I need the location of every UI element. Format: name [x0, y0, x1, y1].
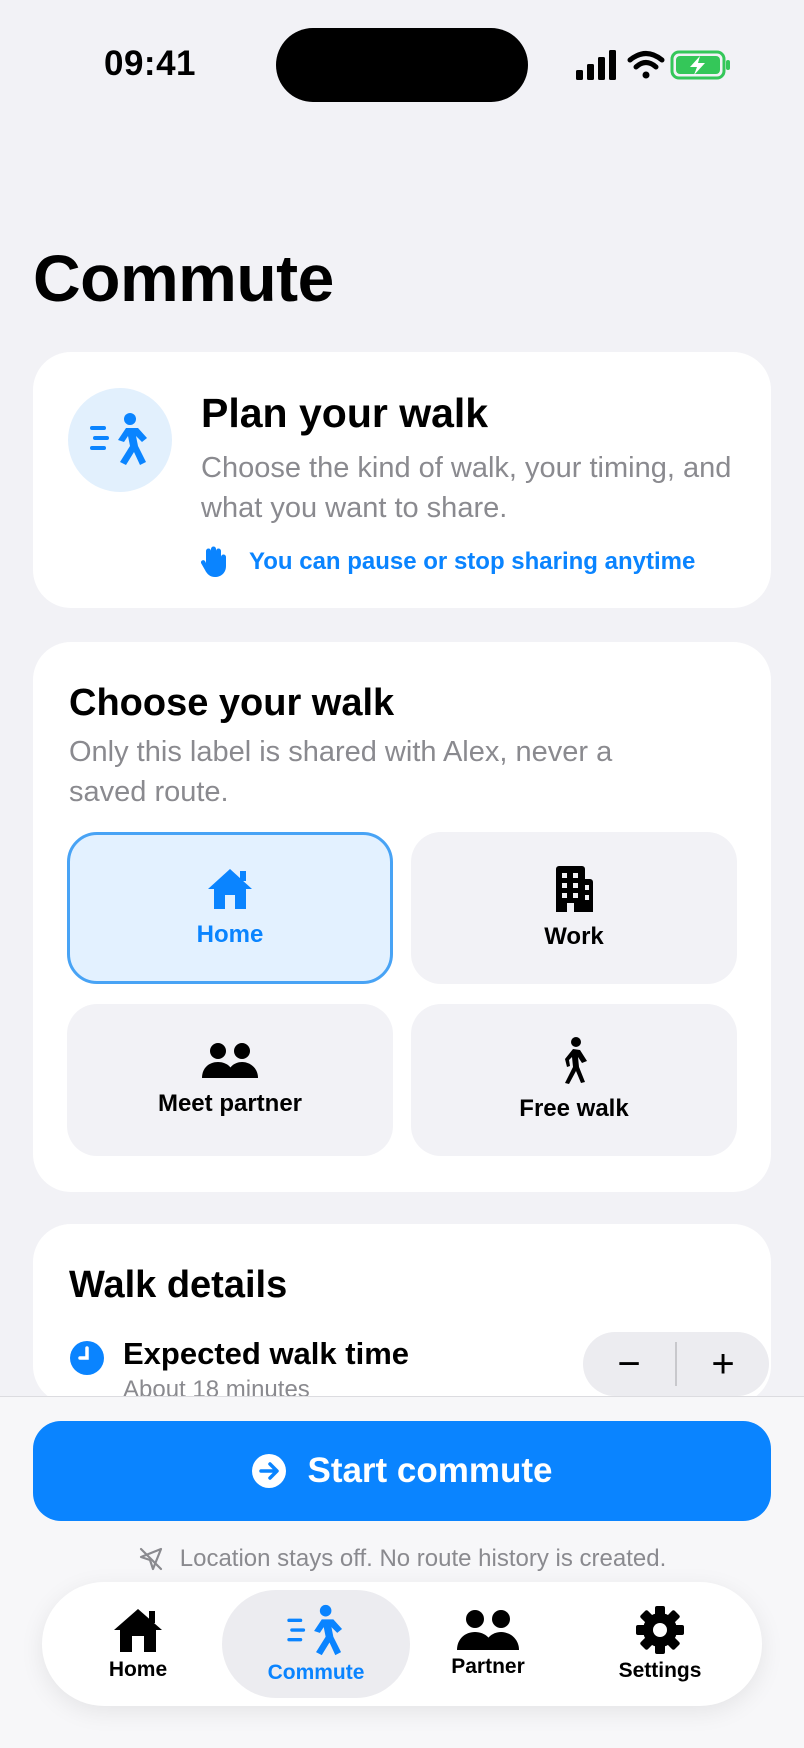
hand-raised-icon	[201, 546, 226, 577]
tab-label: Commute	[267, 1661, 365, 1684]
tab-label: Home	[108, 1658, 168, 1681]
choose-walk-title: Choose your walk	[69, 682, 395, 724]
status-time: 09:41	[104, 44, 197, 83]
walk-option-free-walk[interactable]: Free walk	[411, 1004, 737, 1156]
house-icon	[114, 1609, 162, 1652]
walk-option-label: Meet partner	[157, 1090, 303, 1117]
privacy-note: Location stays off. No route history is …	[0, 1539, 804, 1579]
battery-icon	[670, 50, 730, 80]
signal-icon	[576, 50, 616, 80]
walk-option-home[interactable]: Home	[67, 832, 393, 984]
choose-walk-subtitle: Only this label is shared with Alex, nev…	[69, 736, 613, 808]
increment-button[interactable]: +	[677, 1332, 769, 1396]
people-icon	[202, 1043, 258, 1078]
building-icon	[556, 866, 593, 912]
start-commute-button[interactable]: Start commute	[33, 1421, 771, 1521]
clock-icon	[70, 1341, 104, 1375]
choose-walk-card: Choose your walk Only this label is shar…	[33, 642, 771, 1192]
walk-option-work[interactable]: Work	[411, 832, 737, 984]
plan-icon-badge	[68, 388, 172, 492]
walk-details-card: Walk details Expected walk time About 18…	[33, 1224, 771, 1404]
arrow-circle-icon	[252, 1454, 287, 1488]
walk-option-label: Free walk	[519, 1095, 629, 1122]
walk-time-stepper: − +	[583, 1332, 769, 1396]
status-icons	[576, 48, 736, 84]
wifi-icon	[627, 51, 665, 79]
plan-note-text: You can pause or stop sharing anytime	[249, 548, 696, 575]
status-bar: 09:41	[0, 0, 804, 130]
walking-person-icon	[90, 413, 147, 465]
location-slash-icon	[139, 1547, 162, 1571]
privacy-note-text: Location stays off. No route history is …	[179, 1545, 667, 1572]
gear-icon	[636, 1606, 684, 1654]
tab-partner[interactable]: Partner	[394, 1590, 582, 1698]
house-icon	[208, 869, 252, 909]
walk-option-label: Home	[196, 921, 264, 948]
walk-option-meet-partner[interactable]: Meet partner	[67, 1004, 393, 1156]
people-icon	[457, 1610, 519, 1650]
walking-person-icon	[287, 1604, 343, 1656]
tab-commute[interactable]: Commute	[222, 1590, 410, 1698]
plan-card: Plan your walk Choose the kind of walk, …	[33, 352, 771, 608]
plan-title: Plan your walk	[201, 390, 489, 436]
tab-home[interactable]: Home	[44, 1590, 232, 1698]
walk-details-title: Walk details	[69, 1264, 288, 1306]
tab-bar: Home Commute Partner Settings	[42, 1582, 762, 1706]
tab-label: Settings	[618, 1659, 702, 1682]
start-commute-label: Start commute	[307, 1451, 553, 1490]
walk-time-label: Expected walk time	[123, 1336, 410, 1371]
dynamic-island	[276, 28, 528, 102]
walking-icon	[565, 1037, 587, 1084]
tab-label: Partner	[451, 1655, 525, 1678]
walk-option-label: Work	[544, 923, 604, 950]
tab-settings[interactable]: Settings	[566, 1590, 754, 1698]
plan-note: You can pause or stop sharing anytime	[201, 542, 695, 582]
page-title: Commute	[33, 241, 334, 315]
decrement-button[interactable]: −	[583, 1332, 675, 1396]
plan-description: Choose the kind of walk, your timing, an…	[201, 452, 732, 524]
